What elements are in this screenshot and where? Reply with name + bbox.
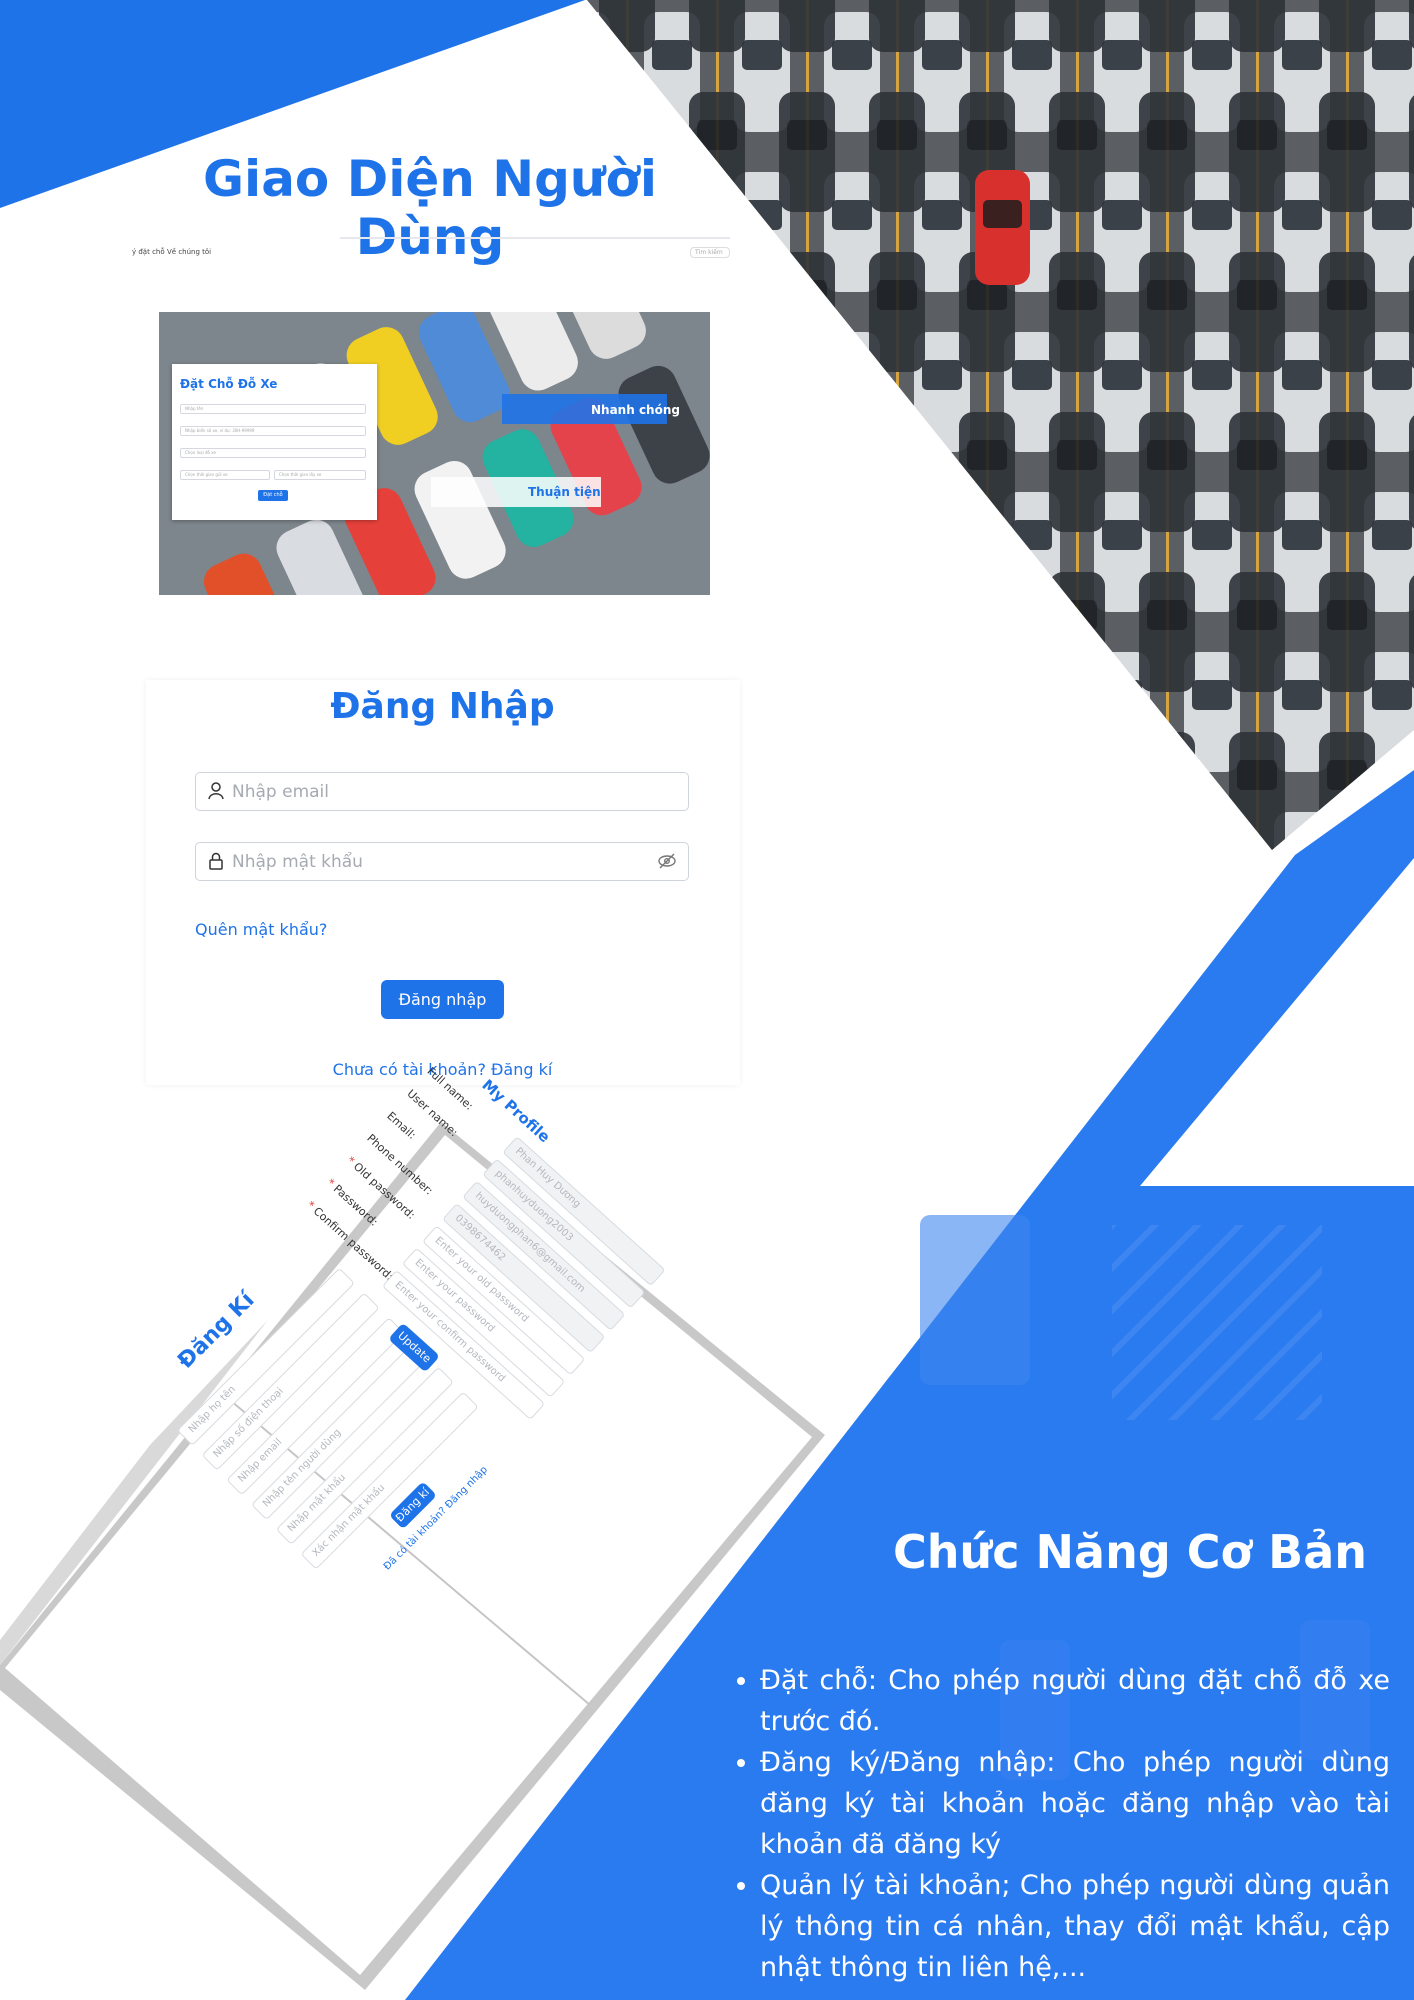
booking-type-select[interactable]: Chọn loại đỗ xe [180, 448, 366, 458]
features-list: Đặt chỗ: Cho phép người dùng đặt chỗ đỗ … [720, 1660, 1390, 1988]
profile-label-email: Email: [384, 1109, 419, 1142]
booking-form-card: Đặt Chỗ Đỗ Xe Nhập tên Nhập biển số xe, … [172, 364, 377, 520]
booking-plate-input[interactable]: Nhập biển số xe, ví dụ: 30H-99999 [180, 426, 366, 436]
user-icon [208, 782, 224, 804]
booking-submit-button[interactable]: Đặt chỗ [258, 490, 288, 501]
nav-item-booking[interactable]: ý đặt chỗ [132, 248, 165, 256]
booking-end-input[interactable]: Chọn thời gian lấy xe [274, 470, 366, 480]
feature-item-account: Quản lý tài khoản; Cho phép người dùng q… [760, 1865, 1390, 1988]
password-field[interactable]: Nhập mật khẩu [195, 842, 689, 881]
eye-slash-icon[interactable] [658, 852, 676, 874]
login-title: Đăng Nhập [330, 686, 555, 727]
email-field[interactable]: Nhập email [195, 772, 689, 811]
hero-tag-fast: Nhanh chóng [591, 403, 680, 417]
lock-icon [208, 852, 224, 874]
nav-item-about[interactable]: Về chúng tôi [167, 248, 211, 256]
booking-start-input[interactable]: Chọn thời gian gửi xe [180, 470, 270, 480]
email-placeholder: Nhập email [232, 782, 329, 802]
password-placeholder: Nhập mật khẩu [232, 852, 363, 872]
booking-form-title: Đặt Chỗ Đỗ Xe [180, 377, 278, 391]
login-card [146, 680, 740, 1085]
profile-label-confirm-password: * Confirm password: [304, 1198, 396, 1283]
feature-item-booking: Đặt chỗ: Cho phép người dùng đặt chỗ đỗ … [760, 1660, 1390, 1742]
hero-tag-convenient: Thuận tiện [528, 485, 601, 499]
nav-divider [340, 237, 730, 239]
page-title: Giao Diện Người Dùng [203, 150, 657, 266]
nav-search-input[interactable]: Tìm kiếm [690, 247, 730, 258]
booking-name-input[interactable]: Nhập tên [180, 404, 366, 414]
forgot-password-link[interactable]: Quên mật khẩu? [195, 920, 327, 939]
features-title: Chức Năng Cơ Bản [893, 1525, 1367, 1579]
feature-item-auth: Đăng ký/Đăng nhập: Cho phép người dùng đ… [760, 1742, 1390, 1865]
